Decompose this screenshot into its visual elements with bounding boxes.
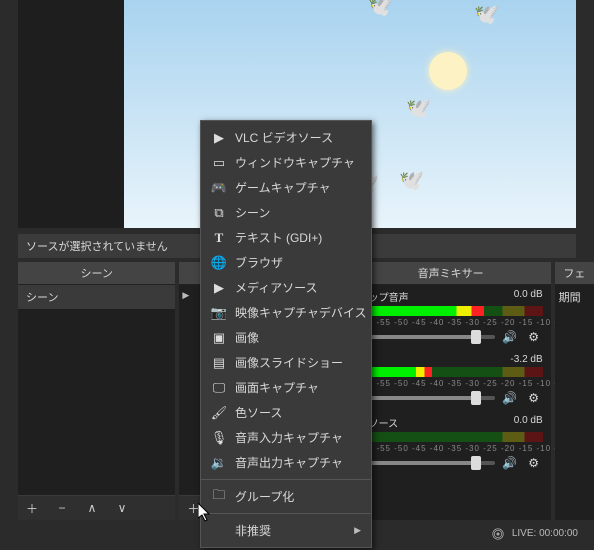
menu-label: 画像 [235, 329, 259, 346]
mixer-channel: アソース0.0 dB -60 -55 -50 -45 -40 -35 -30 -… [351, 411, 551, 476]
bird-graphic: 🕊️ [474, 2, 499, 27]
channel-db: -3.2 dB [510, 354, 542, 365]
channel-db: 0.0 dB [514, 415, 543, 430]
menu-item-deprecated[interactable]: 非推奨 ▶ [201, 518, 371, 543]
mixer-channel: -3.2 dB -60 -55 -50 -45 -40 -35 -30 -25 … [351, 350, 551, 411]
level-meter [359, 367, 543, 377]
menu-item[interactable]: ▶ VLC ビデオソース [201, 125, 371, 150]
scene-icon: ⧉ [211, 205, 227, 221]
transitions-dock: フェ 期間 [555, 262, 594, 520]
broadcast-icon [492, 528, 502, 538]
monitor-icon: 🖵 [211, 380, 227, 396]
menu-label: 画面キャプチャ [235, 379, 319, 396]
scenes-dock: シーン シーン ＋ − ∧ ∨ [18, 262, 175, 520]
add-source-button[interactable]: ＋ [185, 500, 201, 516]
menu-label: 画像スライドショー [235, 354, 343, 371]
gamepad-icon: 🎮 [211, 180, 227, 196]
play-icon: ▶ [211, 130, 227, 146]
meter-ticks: -60 -55 -50 -45 -40 -35 -30 -25 -20 -15 … [359, 379, 543, 388]
audio-mixer-dock: 音声ミキサー トップ音声0.0 dB -60 -55 -50 -45 -40 -… [351, 262, 551, 520]
duration-label: 期間 [559, 292, 581, 304]
mixer-channel: トップ音声0.0 dB -60 -55 -50 -45 -40 -35 -30 … [351, 285, 551, 350]
level-meter [359, 432, 543, 442]
mute-button[interactable]: 🔊 [501, 456, 519, 470]
volume-slider[interactable] [359, 335, 495, 339]
menu-item[interactable]: ▭ ウィンドウキャプチャ [201, 150, 371, 175]
channel-settings-button[interactable]: ⚙ [525, 391, 543, 405]
menu-separator [201, 479, 371, 480]
mute-button[interactable]: 🔊 [501, 330, 519, 344]
level-meter [359, 306, 543, 316]
menu-label: 映像キャプチャデバイス [235, 304, 367, 321]
text-icon: T [211, 230, 227, 246]
folder-icon: 🗀 [211, 489, 227, 505]
play-icon: ▶ [182, 290, 189, 301]
bird-graphic: 🕊️ [399, 168, 424, 193]
live-label: LIVE: [512, 528, 536, 539]
scene-down-button[interactable]: ∨ [114, 500, 130, 516]
submenu-arrow-icon: ▶ [354, 525, 361, 536]
menu-label: ウィンドウキャプチャ [235, 154, 355, 171]
scene-item[interactable]: シーン [18, 285, 175, 309]
sun-graphic [429, 52, 467, 90]
audio-mixer-title: 音声ミキサー [351, 262, 551, 285]
micout-icon: 🔉 [211, 455, 227, 471]
menu-label: ブラウザ [235, 254, 283, 271]
mute-button[interactable]: 🔊 [501, 391, 519, 405]
menu-label: メディアソース [235, 279, 318, 296]
channel-db: 0.0 dB [514, 289, 543, 304]
meter-ticks: -60 -55 -50 -45 -40 -35 -30 -25 -20 -15 … [359, 318, 543, 327]
volume-slider[interactable] [359, 461, 495, 465]
slides-icon: ▤ [211, 355, 227, 371]
menu-label: グループ化 [235, 488, 294, 505]
volume-slider[interactable] [359, 396, 495, 400]
menu-label: 音声入力キャプチャ [235, 429, 343, 446]
live-time: 00:00:00 [539, 528, 578, 539]
menu-label: ゲームキャプチャ [235, 179, 331, 196]
bird-graphic: 🕊️ [368, 0, 393, 19]
menu-item[interactable]: ▤ 画像スライドショー [201, 350, 371, 375]
menu-label: 非推奨 [235, 522, 271, 539]
menu-label: 音声出力キャプチャ [235, 454, 343, 471]
menu-label: テキスト (GDI+) [235, 229, 322, 246]
window-icon: ▭ [211, 155, 227, 171]
menu-item[interactable]: 🖌 色ソース [201, 400, 371, 425]
scenes-list[interactable]: シーン [18, 285, 175, 495]
menu-item[interactable]: T テキスト (GDI+) [201, 225, 371, 250]
menu-item[interactable]: ▣ 画像 [201, 325, 371, 350]
transitions-title: フェ [555, 262, 594, 285]
menu-item[interactable]: 🎙 音声入力キャプチャ [201, 425, 371, 450]
bird-graphic: 🕊️ [406, 96, 431, 121]
audio-mixer-body: トップ音声0.0 dB -60 -55 -50 -45 -40 -35 -30 … [351, 285, 551, 520]
menu-item[interactable]: 🔉 音声出力キャプチャ [201, 450, 371, 475]
camera-icon: 📷 [211, 305, 227, 321]
meter-ticks: -60 -55 -50 -45 -40 -35 -30 -25 -20 -15 … [359, 444, 543, 453]
menu-item[interactable]: 📷 映像キャプチャデバイス [201, 300, 371, 325]
menu-item[interactable]: 🎮 ゲームキャプチャ [201, 175, 371, 200]
menu-label: 色ソース [235, 404, 282, 421]
micin-icon: 🎙 [211, 430, 227, 446]
menu-separator [201, 513, 371, 514]
menu-label: VLC ビデオソース [235, 129, 333, 146]
add-source-context-menu[interactable]: ▶ VLC ビデオソース ▭ ウィンドウキャプチャ 🎮 ゲームキャプチャ ⧉ シーン T テキスト… [200, 120, 372, 548]
globe-icon: 🌐 [211, 255, 227, 271]
add-scene-button[interactable]: ＋ [24, 500, 40, 516]
menu-item[interactable]: 🖵 画面キャプチャ [201, 375, 371, 400]
play-icon: ▶ [211, 280, 227, 296]
brush-icon: 🖌 [211, 405, 227, 421]
menu-item-group[interactable]: 🗀 グループ化 [201, 484, 371, 509]
channel-settings-button[interactable]: ⚙ [525, 456, 543, 470]
menu-item[interactable]: 🌐 ブラウザ [201, 250, 371, 275]
menu-label: シーン [235, 204, 270, 221]
menu-item[interactable]: ▶ メディアソース [201, 275, 371, 300]
menu-item[interactable]: ⧉ シーン [201, 200, 371, 225]
scene-up-button[interactable]: ∧ [84, 500, 100, 516]
remove-scene-button[interactable]: − [54, 500, 70, 516]
channel-settings-button[interactable]: ⚙ [525, 330, 543, 344]
image-icon: ▣ [211, 330, 227, 346]
scenes-dock-title: シーン [18, 262, 175, 285]
